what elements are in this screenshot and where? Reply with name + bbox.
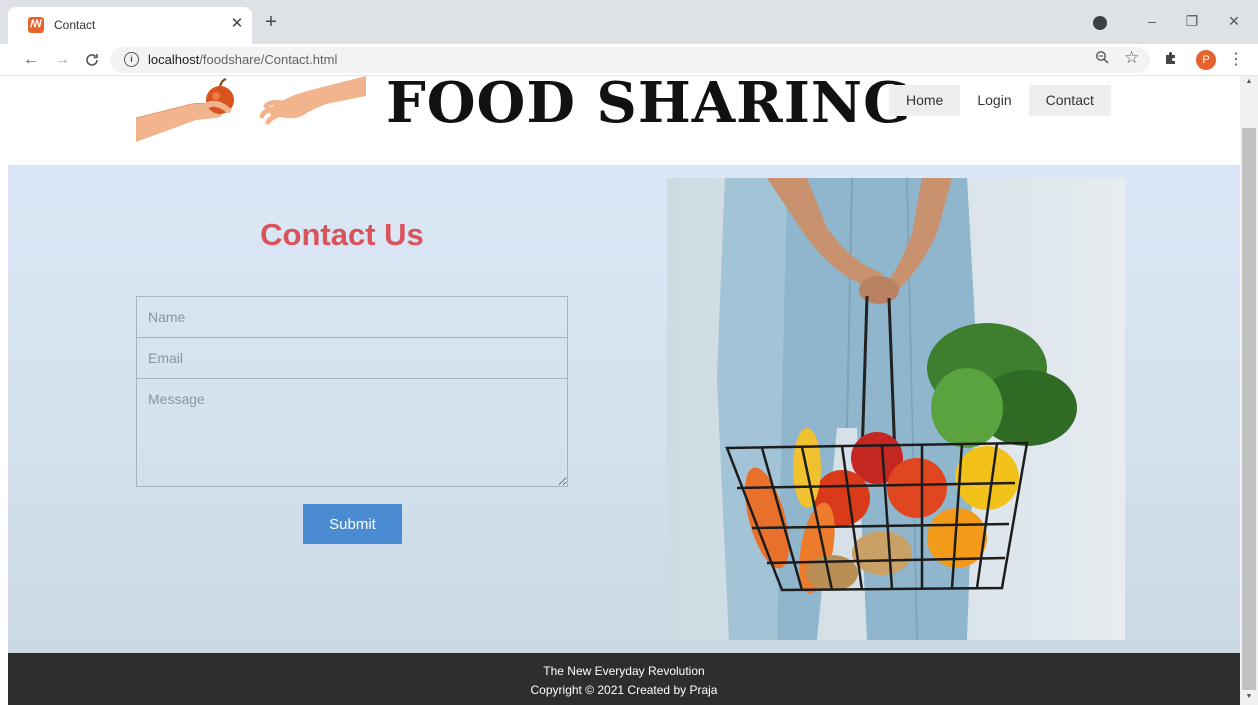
message-textarea[interactable] bbox=[136, 378, 568, 487]
new-tab-button[interactable]: + bbox=[260, 12, 282, 34]
submit-button[interactable]: Submit bbox=[303, 504, 402, 544]
browser-tab-strip: ꟿ Contact ✕ + – ❐ ✕ bbox=[0, 0, 1258, 44]
page-viewport: FOOD SHARING Home Login Contact Contact … bbox=[8, 76, 1240, 705]
zoom-icon[interactable] bbox=[1095, 50, 1109, 67]
url-text[interactable]: localhost/foodshare/Contact.html bbox=[148, 52, 337, 67]
footer-tagline: The New Everyday Revolution bbox=[543, 664, 705, 678]
nav-link-contact[interactable]: Contact bbox=[1028, 85, 1111, 116]
browser-tab-contact[interactable]: ꟿ Contact ✕ bbox=[8, 7, 252, 44]
bookmark-star-icon[interactable]: ☆ bbox=[1124, 48, 1139, 68]
profile-avatar[interactable]: P bbox=[1196, 50, 1216, 70]
tab-title: Contact bbox=[54, 18, 96, 32]
browser-toolbar: ← → i localhost/foodshare/Contact.html ☆… bbox=[0, 44, 1258, 76]
minimize-button[interactable]: – bbox=[1140, 10, 1164, 32]
vegetable-basket-photo bbox=[667, 178, 1125, 640]
close-tab-icon[interactable]: ✕ bbox=[227, 14, 247, 34]
nav-link-home[interactable]: Home bbox=[889, 85, 961, 116]
media-indicator-icon[interactable] bbox=[1093, 16, 1107, 30]
address-bar[interactable]: i localhost/foodshare/Contact.html ☆ bbox=[110, 47, 1150, 73]
name-input[interactable] bbox=[136, 296, 568, 338]
extensions-puzzle-icon[interactable] bbox=[1164, 50, 1179, 68]
contact-heading: Contact Us bbox=[260, 217, 424, 252]
reload-icon[interactable] bbox=[81, 49, 103, 71]
page-scrollbar[interactable]: ▲ ▼ bbox=[1240, 76, 1258, 705]
contact-section: Contact Us Submit bbox=[8, 165, 1240, 653]
restore-button[interactable]: ❐ bbox=[1180, 10, 1204, 32]
scrollbar-thumb[interactable] bbox=[1242, 128, 1256, 690]
site-info-icon[interactable]: i bbox=[124, 52, 139, 67]
forward-arrow-icon[interactable]: → bbox=[51, 49, 73, 71]
main-nav: Home Login Contact bbox=[889, 85, 1111, 116]
nav-link-login[interactable]: Login bbox=[960, 85, 1029, 116]
site-title: FOOD SHARING bbox=[386, 76, 912, 136]
scroll-up-arrow-icon[interactable]: ▲ bbox=[1244, 78, 1254, 88]
xampp-favicon-icon: ꟿ bbox=[28, 17, 44, 33]
sharing-hands-logo bbox=[136, 76, 366, 142]
close-window-button[interactable]: ✕ bbox=[1222, 10, 1246, 32]
site-header: FOOD SHARING Home Login Contact bbox=[8, 76, 1240, 165]
email-input[interactable] bbox=[136, 337, 568, 379]
back-arrow-icon[interactable]: ← bbox=[20, 49, 42, 71]
footer-copyright: Copyright © 2021 Created by Praja bbox=[530, 683, 718, 697]
site-footer: The New Everyday Revolution Copyright © … bbox=[8, 653, 1240, 705]
browser-menu-icon[interactable]: ⋮ bbox=[1226, 49, 1246, 71]
scroll-down-arrow-icon[interactable]: ▼ bbox=[1244, 693, 1254, 703]
